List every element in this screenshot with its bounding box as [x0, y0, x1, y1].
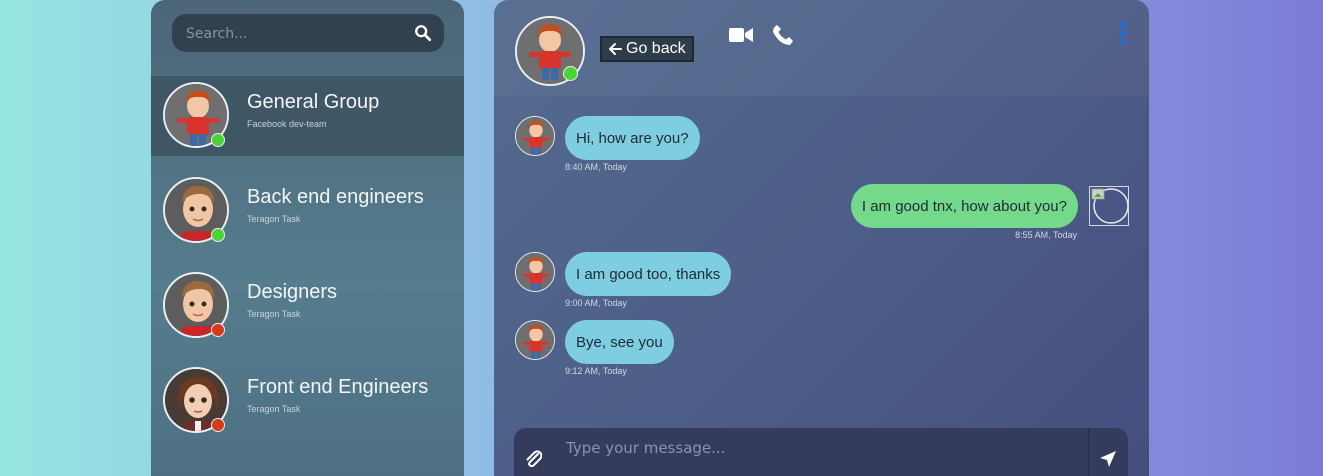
contact-subtitle: Teragon Task: [247, 214, 301, 224]
contact-name: Front end Engineers: [247, 376, 429, 398]
status-online-badge: [211, 228, 225, 242]
go-back-label: Go back: [626, 40, 686, 57]
paperclip-icon[interactable]: [524, 448, 542, 468]
message-bubble-incoming: I am good too, thanks: [565, 252, 732, 296]
message-avatar: [515, 252, 555, 292]
chat-header: [494, 0, 1149, 96]
contact-subtitle: Facebook dev-team: [247, 119, 327, 129]
contact-name: Back end engineers: [247, 186, 424, 208]
chat-panel: Go back Hi, how are you? 8:40 AM, Today …: [494, 0, 1149, 476]
contact-name: Designers: [247, 281, 338, 303]
message-time: 8:55 AM, Today: [1015, 230, 1077, 240]
status-online-badge: [563, 66, 578, 81]
message-bubble-incoming: Bye, see you: [565, 320, 674, 364]
search-input[interactable]: [184, 23, 408, 45]
vertical-dots-icon[interactable]: [1119, 22, 1127, 44]
avatar-placeholder-icon: [1091, 188, 1129, 224]
message-bubble-outgoing: I am good tnx, how about you?: [850, 184, 1078, 228]
phone-icon[interactable]: [772, 24, 794, 46]
status-online-badge: [211, 133, 225, 147]
contact-back-end-engineers[interactable]: Back end engineers Teragon Task: [151, 171, 464, 251]
search-icon[interactable]: [414, 24, 432, 42]
send-arrow-icon[interactable]: [1099, 450, 1117, 468]
contact-name: General Group: [247, 91, 380, 113]
broken-image-icon: [1089, 186, 1129, 226]
message-time: 8:40 AM, Today: [565, 162, 627, 172]
message-composer: [514, 428, 1128, 476]
composer-divider: [1088, 428, 1089, 476]
search-bar: [172, 14, 444, 52]
go-back-button[interactable]: Go back: [600, 36, 694, 62]
status-offline-badge: [211, 323, 225, 337]
status-offline-badge: [211, 418, 225, 432]
contact-subtitle: Teragon Task: [247, 309, 301, 319]
message-bubble-incoming: Hi, how are you?: [565, 116, 700, 160]
arrow-left-icon: [609, 43, 622, 55]
contact-designers[interactable]: Designers Teragon Task: [151, 266, 464, 346]
message-avatar: [515, 116, 555, 156]
message-time: 9:12 AM, Today: [565, 366, 627, 376]
contact-general-group[interactable]: General Group Facebook dev-team: [151, 76, 464, 156]
message-input[interactable]: [564, 436, 1068, 460]
contact-front-end-engineers[interactable]: Front end Engineers Teragon Task: [151, 361, 464, 441]
message-avatar: [515, 320, 555, 360]
contact-subtitle: Teragon Task: [247, 404, 301, 414]
video-camera-icon[interactable]: [729, 26, 753, 44]
message-time: 9:00 AM, Today: [565, 298, 627, 308]
